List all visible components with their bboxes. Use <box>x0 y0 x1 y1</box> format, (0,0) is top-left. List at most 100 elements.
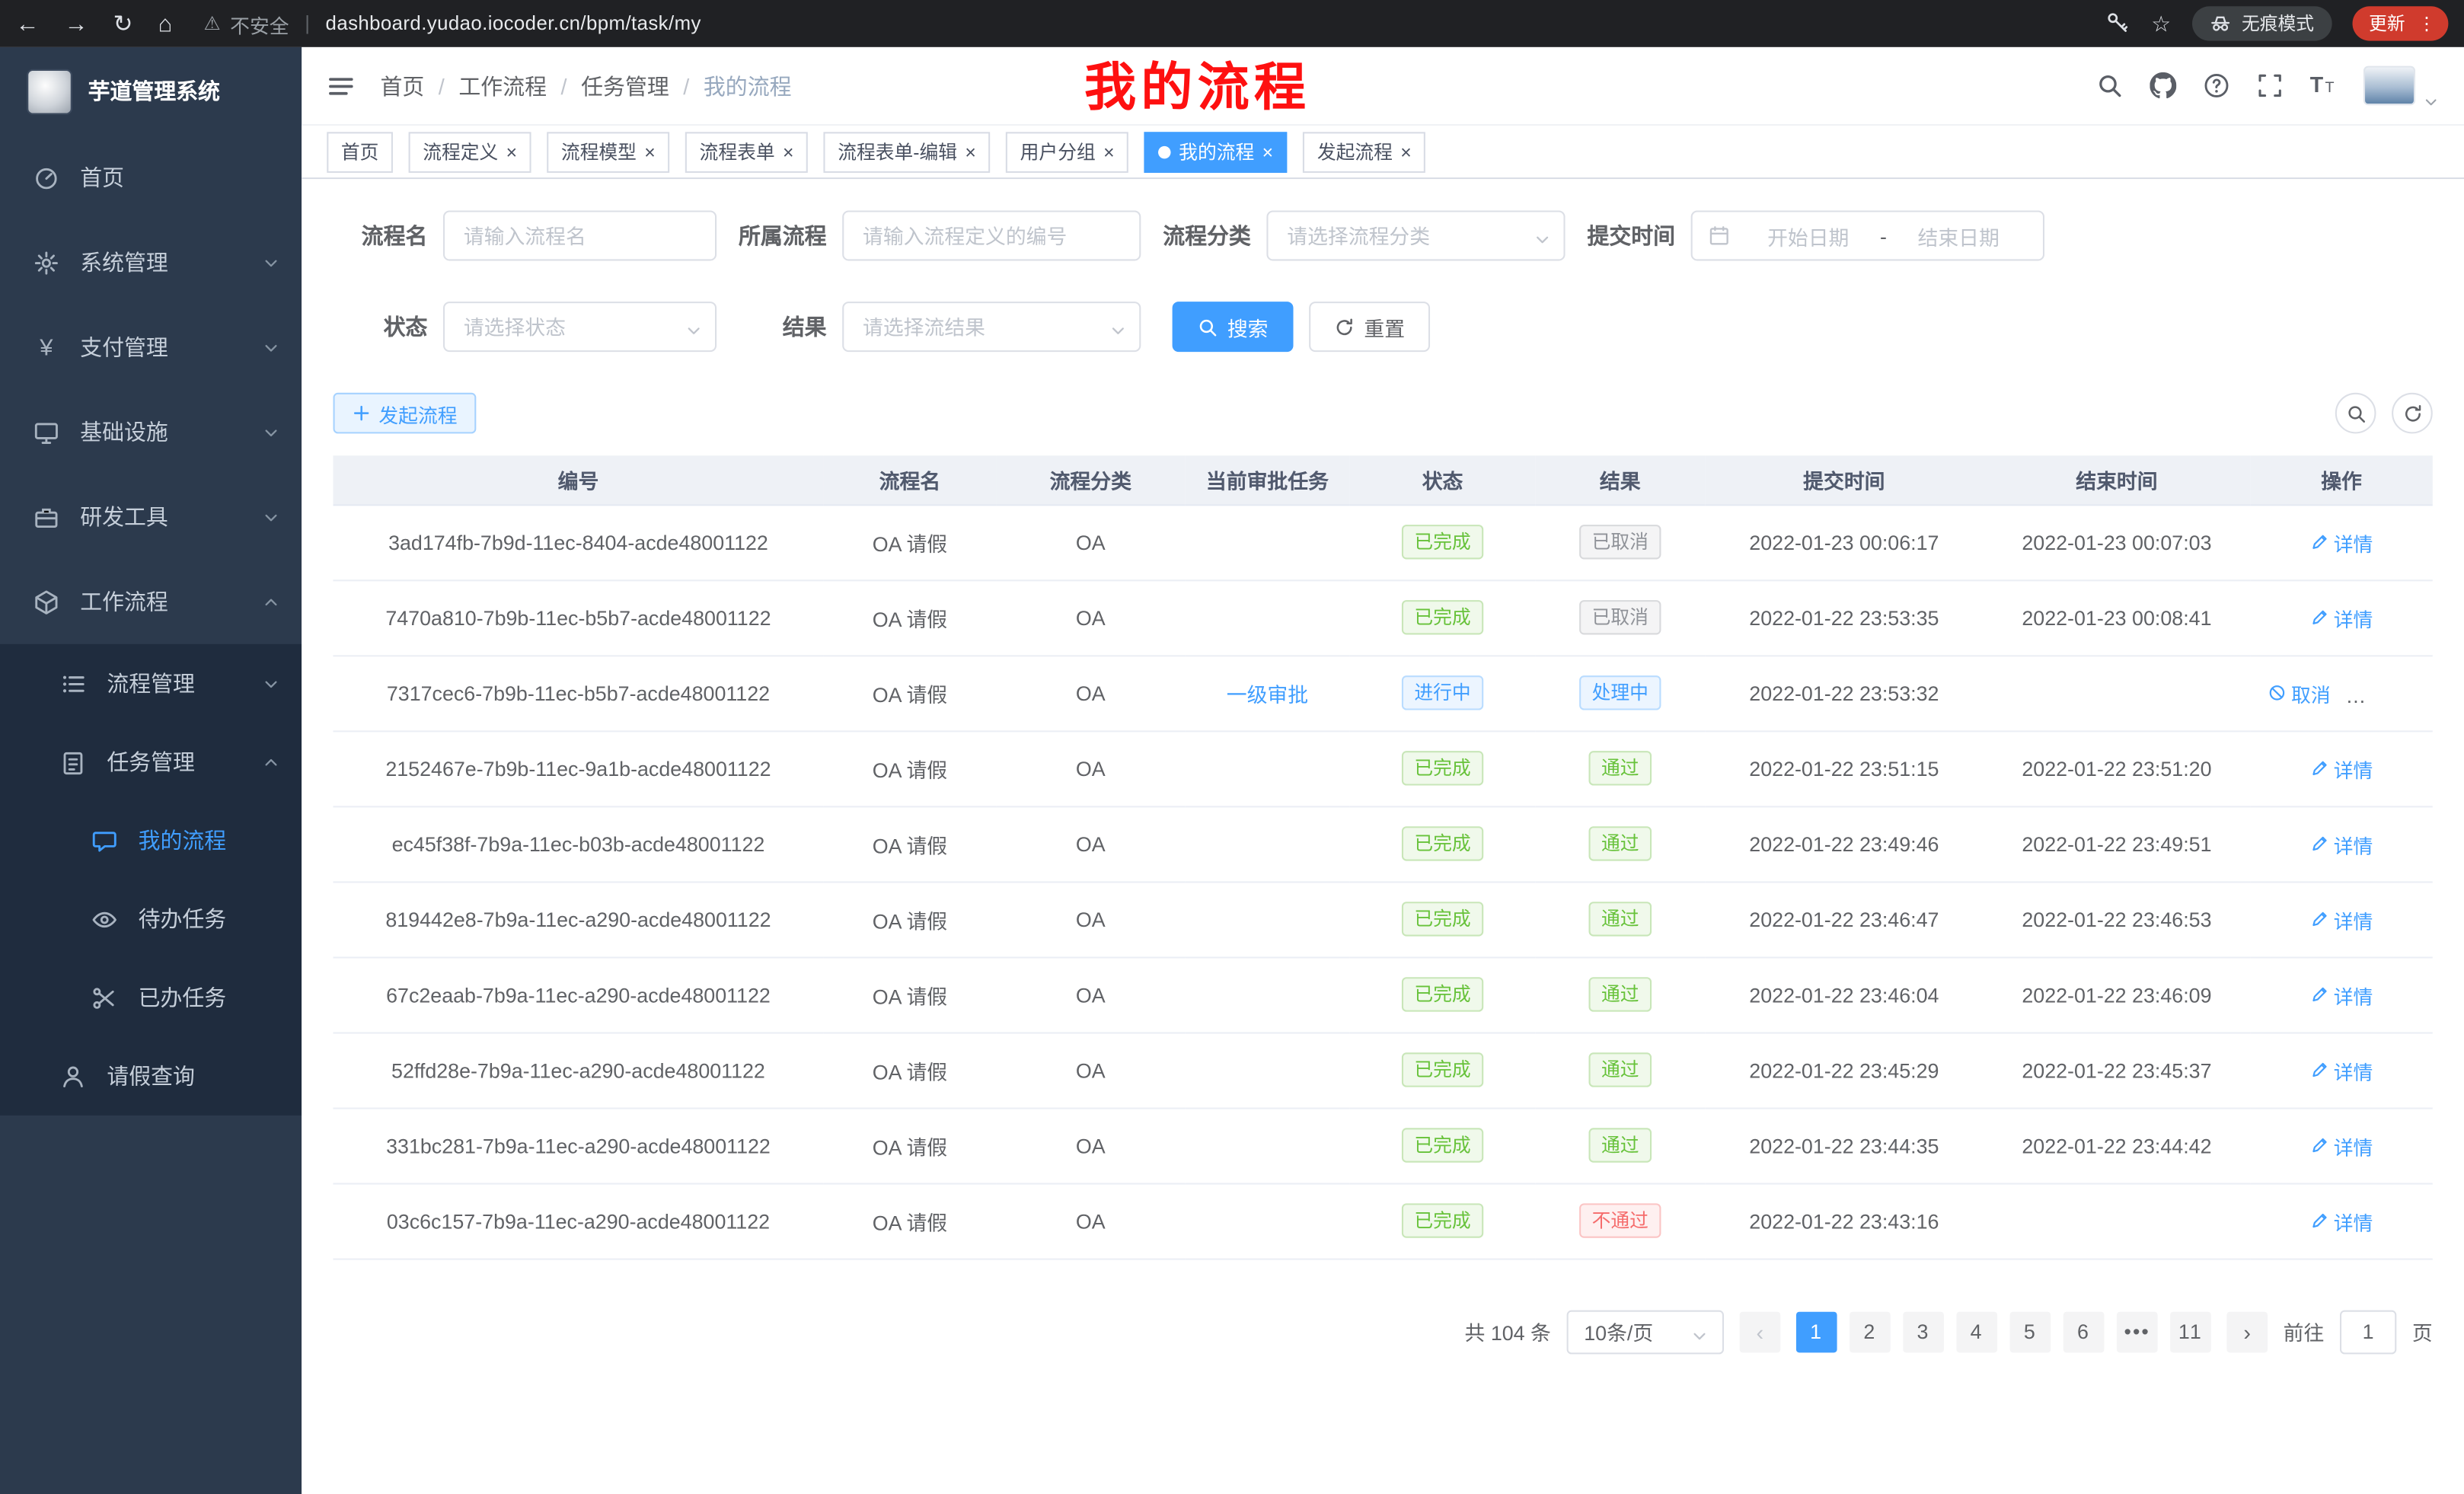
detail-action[interactable]: 详情 <box>2310 602 2373 632</box>
result-badge: 通过 <box>1588 1128 1652 1162</box>
tags-view-tab[interactable]: 流程表单 × <box>685 131 808 172</box>
detail-action[interactable]: 详情 <box>2310 1205 2373 1235</box>
page-button[interactable]: 3 <box>1903 1311 1944 1352</box>
result-badge: 通过 <box>1588 977 1652 1011</box>
current-task-link[interactable]: 一级审批 <box>1227 682 1308 706</box>
page-size-select[interactable]: 10条/页 <box>1567 1310 1724 1354</box>
cancel-action[interactable]: 取消 <box>2268 678 2331 707</box>
detail-action[interactable]: 详情 <box>2310 753 2373 783</box>
goto-page-input[interactable] <box>2340 1310 2396 1354</box>
result-select[interactable] <box>842 302 1141 352</box>
tab-close-icon[interactable]: × <box>1400 142 1411 161</box>
home-icon[interactable]: ⌂ <box>158 11 173 35</box>
breadcrumb-item[interactable]: 工作流程 <box>458 70 547 101</box>
sidebar-item-system[interactable]: 系统管理 <box>0 220 302 305</box>
category-select-input[interactable] <box>1266 210 1565 260</box>
cell-result: 通过 <box>1535 1107 1705 1183</box>
next-page-button[interactable]: › <box>2226 1311 2268 1352</box>
bookmark-star-icon[interactable]: ☆ <box>2151 10 2171 37</box>
refresh-table-button[interactable] <box>2392 393 2433 434</box>
sidebar-item-todo-tasks[interactable]: 待办任务 <box>0 879 302 958</box>
tags-view-tab[interactable]: 我的流程 × <box>1144 131 1288 172</box>
sidebar-item-workflow[interactable]: 工作流程 <box>0 559 302 643</box>
sidebar-item-task-mgmt[interactable]: 任务管理 <box>0 723 302 801</box>
tab-close-icon[interactable]: × <box>1262 142 1273 161</box>
key-icon[interactable] <box>2105 11 2130 36</box>
detail-action[interactable]: 详情 <box>2310 904 2373 934</box>
detail-action[interactable]: 详情 <box>2310 1055 2373 1084</box>
search-button[interactable]: 搜索 <box>1173 302 1294 352</box>
tab-label: 首页 <box>341 139 379 165</box>
url-text[interactable]: dashboard.yudao.iocoder.cn/bpm/task/my <box>326 13 701 35</box>
submit-time-range-picker[interactable]: 开始日期 - 结束日期 <box>1691 210 2044 260</box>
page-button[interactable]: 11 <box>2170 1311 2211 1352</box>
tab-close-icon[interactable]: × <box>506 142 517 161</box>
hamburger-icon[interactable] <box>327 72 355 100</box>
back-icon[interactable]: ← <box>16 11 40 35</box>
detail-action[interactable]: 详情 <box>2355 678 2418 707</box>
prev-page-button[interactable]: ‹ <box>1740 1311 1781 1352</box>
sidebar-item-my-process[interactable]: 我的流程 <box>0 801 302 879</box>
fullscreen-icon[interactable] <box>2257 72 2284 99</box>
category-select[interactable] <box>1266 210 1565 260</box>
tab-close-icon[interactable]: × <box>1103 142 1114 161</box>
update-label[interactable]: 更新 <box>2369 11 2405 36</box>
sidebar-item-leave-query[interactable]: 请假查询 <box>0 1037 302 1116</box>
update-button[interactable]: 更新 ⋮ <box>2351 6 2448 40</box>
detail-action[interactable]: 详情 <box>2310 527 2373 557</box>
sidebar-item-devtools[interactable]: 研发工具 <box>0 474 302 559</box>
tags-view-tab[interactable]: 首页 <box>327 131 393 172</box>
page-button[interactable]: 6 <box>2063 1311 2105 1352</box>
github-icon[interactable] <box>2150 72 2176 99</box>
sidebar-item-process-mgmt[interactable]: 流程管理 <box>0 644 302 723</box>
show-search-button[interactable] <box>2335 393 2376 434</box>
detail-action[interactable]: 详情 <box>2310 979 2373 1009</box>
reset-button[interactable]: 重置 <box>1309 302 1430 352</box>
page-button[interactable]: ••• <box>2117 1311 2158 1352</box>
tags-view-tab[interactable]: 发起流程 × <box>1303 131 1425 172</box>
user-menu[interactable] <box>2363 66 2439 106</box>
result-select-input[interactable] <box>842 302 1141 352</box>
sidebar-item-home[interactable]: 首页 <box>0 135 302 219</box>
address-bar[interactable]: ⚠ 不安全 | dashboard.yudao.iocoder.cn/bpm/t… <box>204 8 2090 38</box>
tags-view-tab[interactable]: 流程定义 × <box>409 131 531 172</box>
cube-icon <box>33 589 59 615</box>
process-name-input[interactable] <box>443 210 717 260</box>
avatar[interactable] <box>2363 66 2415 106</box>
help-icon[interactable] <box>2203 72 2229 99</box>
start-process-button[interactable]: 发起流程 <box>334 393 477 434</box>
cell-id: ec45f38f-7b9a-11ec-b03b-acde48001122 <box>334 806 824 881</box>
detail-action[interactable]: 详情 <box>2310 828 2373 858</box>
reload-icon[interactable]: ↻ <box>113 11 133 35</box>
sidebar-item-payment[interactable]: ¥ 支付管理 <box>0 305 302 389</box>
status-select-input[interactable] <box>443 302 717 352</box>
sidebar-item-done-tasks[interactable]: 已办任务 <box>0 958 302 1036</box>
font-size-icon[interactable] <box>2310 72 2337 99</box>
security-label[interactable]: 不安全 <box>230 8 289 38</box>
end-date-placeholder[interactable]: 结束日期 <box>1890 221 2027 251</box>
tags-view-tab[interactable]: 流程模型 × <box>547 131 669 172</box>
page-button[interactable]: 1 <box>1796 1311 1837 1352</box>
tags-view-tab[interactable]: 流程表单-编辑 × <box>824 131 991 172</box>
menu-label: 系统管理 <box>80 247 168 278</box>
tags-view-tab[interactable]: 用户分组 × <box>1006 131 1128 172</box>
browser-menu-icon[interactable]: ⋮ <box>2418 13 2436 35</box>
start-date-placeholder[interactable]: 开始日期 <box>1740 221 1877 251</box>
page-button[interactable]: 5 <box>2010 1311 2051 1352</box>
tab-close-icon[interactable]: × <box>783 142 793 161</box>
owner-process-input[interactable] <box>842 210 1141 260</box>
tab-close-icon[interactable]: × <box>644 142 655 161</box>
page-button[interactable]: 2 <box>1850 1311 1891 1352</box>
search-icon[interactable] <box>2096 72 2123 99</box>
detail-action[interactable]: 详情 <box>2310 1130 2373 1160</box>
breadcrumb-item[interactable]: 首页 <box>380 70 424 101</box>
status-select[interactable] <box>443 302 717 352</box>
page-button[interactable]: 4 <box>1956 1311 1997 1352</box>
tab-close-icon[interactable]: × <box>965 142 975 161</box>
page-unit-label: 页 <box>2412 1317 2433 1346</box>
forward-icon[interactable]: → <box>65 11 88 35</box>
breadcrumb-item[interactable]: 任务管理 <box>581 70 669 101</box>
breadcrumb-item-current: 我的流程 <box>704 70 792 101</box>
sidebar-item-infra[interactable]: 基础设施 <box>0 390 302 474</box>
cell-current-task <box>1185 1107 1350 1183</box>
